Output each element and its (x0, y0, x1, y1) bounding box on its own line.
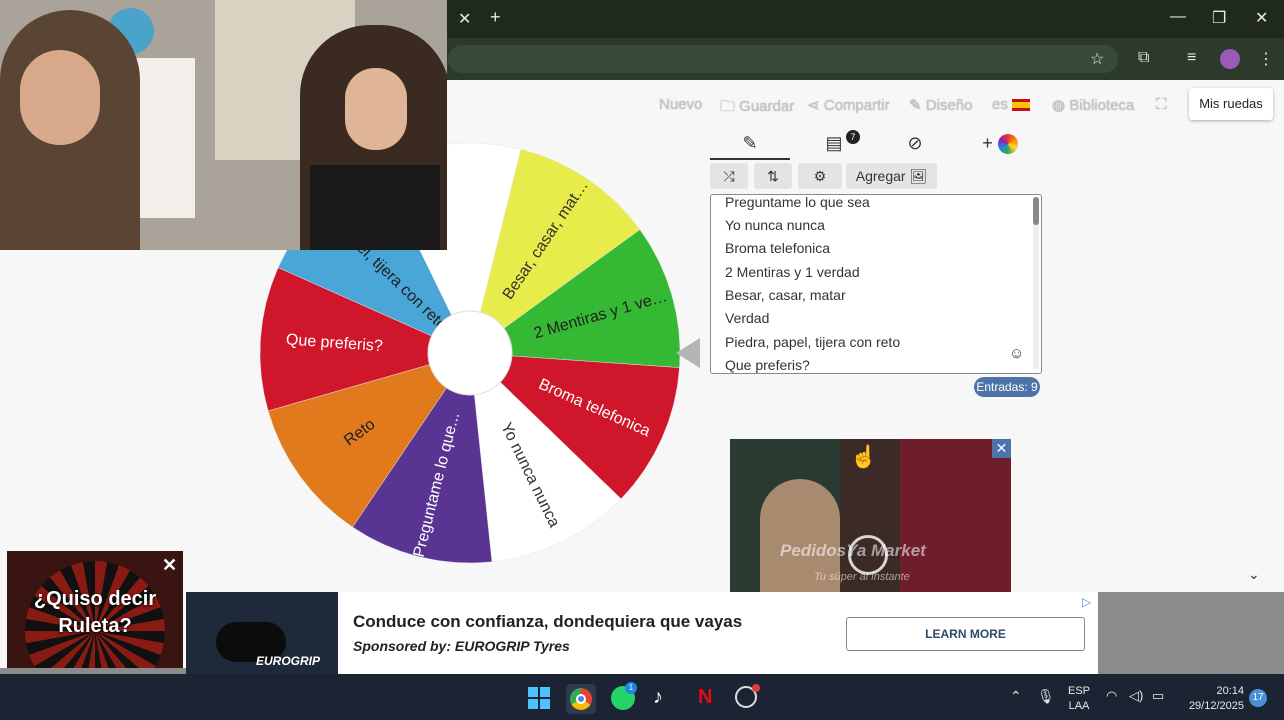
casino-line2: Ruleta? (58, 615, 132, 637)
share-icon: ⋖ (807, 97, 824, 114)
learn-more-button[interactable]: LEARN MORE (846, 617, 1085, 651)
globe-icon: ◍ (1052, 97, 1070, 114)
sort-button[interactable]: ⇅ (754, 163, 792, 189)
pencil-icon: ✎ (742, 133, 758, 153)
notification-dot (752, 684, 760, 692)
face-left (20, 50, 100, 145)
entries-textarea[interactable]: Preguntame lo que sea Yo nunca nunca Bro… (710, 194, 1042, 374)
nav-language-label: es (992, 96, 1008, 113)
nav-biblioteca-label: Biblioteca (1069, 97, 1135, 114)
nav-compartir-label: Compartir (823, 97, 890, 114)
results-badge: 7 (846, 130, 860, 144)
banner-ad-title[interactable]: Conduce con confianza, dondequiera que v… (353, 612, 742, 632)
settings-icon: ⚙ (813, 168, 827, 184)
entry-line: Yo nunca nunca (725, 217, 825, 233)
volume-icon[interactable]: ◁) (1129, 688, 1143, 704)
shuffle-button[interactable]: ⤮ (710, 163, 748, 189)
nav-guardar-label: Guardar (739, 98, 795, 115)
address-bar[interactable] (448, 45, 1118, 73)
entries-scroll-thumb[interactable] (1033, 197, 1039, 225)
whatsapp-badge: 1 (625, 682, 637, 694)
microphone-icon[interactable]: 🎙 (1037, 688, 1055, 705)
entry-line: Broma telefonica (725, 240, 831, 256)
new-tab-button[interactable]: + (490, 7, 501, 28)
clock[interactable]: 20:14 29/12/2025 (1180, 684, 1244, 714)
extensions-icon[interactable]: ⧉ (1138, 49, 1149, 67)
tiktok-icon[interactable]: ♪ (653, 686, 663, 709)
expand-icon[interactable]: ⛶ (1156, 96, 1167, 113)
panel-tabs: ✎ ▤ ⊘ + (710, 128, 1040, 160)
banner-ad-sponsor: Sponsored by: EUROGRIP Tyres (353, 638, 570, 654)
battery-icon[interactable]: ▭ (1152, 688, 1164, 704)
casino-ad-close-button[interactable]: ✕ (162, 555, 177, 576)
wheel-pointer (676, 338, 700, 368)
close-window-button[interactable]: ✕ (1255, 8, 1268, 28)
entries-count-badge: Entradas: 9 (974, 377, 1040, 397)
nav-guardar[interactable]: 🗀 Guardar (720, 96, 794, 121)
page-margin (1098, 592, 1284, 674)
add-wheel-tab[interactable]: + (960, 128, 1040, 158)
windows-icon[interactable] (528, 687, 550, 709)
profile-avatar[interactable] (1220, 49, 1240, 69)
spain-flag-icon (1012, 99, 1031, 112)
entry-line: 2 Mentiras y 1 verdad (725, 264, 860, 280)
chevron-up-icon[interactable]: ⌃ (1010, 688, 1022, 705)
video-ad-close-button[interactable]: ✕ (992, 439, 1011, 458)
pencil-icon: ✎ (909, 97, 926, 114)
chrome-taskbar-item[interactable] (566, 684, 596, 714)
entry-line: Preguntame lo que sea (725, 194, 870, 210)
notifications-badge[interactable]: 17 (1249, 689, 1267, 707)
shuffle-icon: ⤮ (723, 168, 735, 184)
nav-diseno[interactable]: ✎ Diseño (909, 96, 972, 114)
color-wheel-icon (997, 134, 1018, 155)
results-tab[interactable]: ▤ (794, 128, 874, 158)
date-label: 29/12/2025 (1188, 700, 1244, 712)
minimize-button[interactable]: — (1170, 8, 1186, 26)
tab-close-button[interactable]: ✕ (458, 9, 471, 29)
settings-button[interactable]: ⚙ (798, 163, 842, 189)
nav-language[interactable]: es (992, 96, 1031, 113)
edit-tab[interactable]: ✎ (710, 128, 790, 160)
add-image-button[interactable]: Agregar 🖼 (846, 163, 937, 189)
replay-icon[interactable] (848, 535, 888, 575)
smiley-icon[interactable]: ☺ (1009, 345, 1024, 362)
casino-line1: ¿Quiso decir (33, 588, 157, 610)
eye-slash-icon: ⊘ (907, 133, 923, 153)
netflix-icon[interactable]: N (698, 686, 712, 709)
folder-icon: 🗀 (720, 98, 740, 115)
banner-ad-image: EUROGRIP (186, 592, 338, 674)
entry-line: Piedra, papel, tijera con reto (725, 334, 901, 350)
layout-label: LAA (1068, 700, 1090, 712)
entry-line: Verdad (725, 310, 770, 326)
hidden-tab[interactable]: ⊘ (875, 128, 955, 158)
lang-label: ESP (1067, 685, 1090, 697)
maximize-button[interactable]: ❐ (1212, 8, 1226, 28)
media-icon[interactable]: ≡ (1187, 49, 1196, 67)
my-wheels-button[interactable]: Mis ruedas (1189, 88, 1273, 120)
language-indicator[interactable]: ESP LAA (1064, 684, 1094, 714)
sort-icon: ⇅ (767, 168, 779, 184)
wheel-center[interactable] (427, 310, 513, 396)
nav-compartir[interactable]: ⋖ Compartir (807, 96, 890, 114)
hand-cursor-icon: ☝ (850, 444, 878, 469)
ad-scene-right (900, 439, 1011, 592)
clipboard-icon: ▤ (825, 133, 843, 153)
nav-biblioteca[interactable]: ◍ Biblioteca (1052, 96, 1134, 114)
webcam-overlay (0, 0, 447, 250)
adchoices-icon[interactable]: ▷ (1082, 595, 1091, 609)
menu-icon[interactable]: ⋮ (1258, 49, 1274, 69)
time-label: 20:14 (1216, 685, 1244, 697)
nav-diseno-label: Diseño (925, 97, 973, 114)
nav-nuevo[interactable]: Nuevo (659, 96, 702, 113)
chevron-down-icon[interactable]: ⌄ (1248, 566, 1260, 583)
plus-label: + (982, 133, 993, 153)
shirt-right (310, 165, 440, 250)
face-right (345, 68, 407, 150)
entry-line: Besar, casar, matar (725, 287, 846, 303)
casino-ad-text: ¿Quiso decir Ruleta? (7, 586, 183, 640)
star-icon[interactable]: ☆ (1090, 49, 1104, 69)
banner-brand: EUROGRIP (256, 654, 321, 668)
wifi-icon[interactable]: ◠ (1106, 688, 1117, 704)
entry-line: Que preferis? (725, 357, 810, 373)
